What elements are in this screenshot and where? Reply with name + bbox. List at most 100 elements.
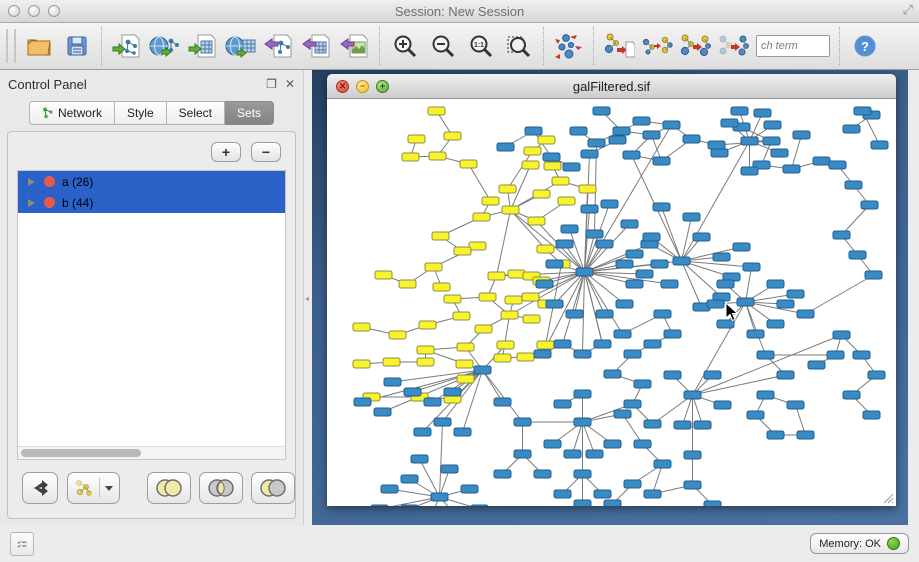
toolbar-separator: [839, 27, 841, 65]
export-network-button[interactable]: [260, 27, 298, 65]
chevron-down-icon[interactable]: [105, 486, 113, 491]
network-frame: ✕ − + galFiltered.sif: [327, 74, 896, 506]
panel-splitter[interactable]: ◂: [304, 70, 312, 525]
zoom-selected-button[interactable]: [500, 27, 538, 65]
memory-label: Memory: OK: [819, 538, 881, 550]
status-bar: Memory: OK: [0, 525, 919, 562]
network-graph[interactable]: [327, 99, 896, 506]
add-set-button[interactable]: +: [211, 142, 241, 162]
import-network-url-icon: [149, 33, 181, 59]
toolbar-separator: [593, 27, 595, 65]
open-file-button[interactable]: [20, 27, 58, 65]
extract-set-button[interactable]: [67, 472, 120, 504]
expander-icon[interactable]: [28, 199, 35, 207]
import-network-url-button[interactable]: [146, 27, 184, 65]
task-checklist-icon: [17, 537, 27, 551]
resize-grip-icon[interactable]: [880, 490, 894, 504]
main-area: Control Panel ❐ ✕ Network Style Se: [0, 70, 919, 525]
split-arrows-icon: [29, 478, 51, 498]
venn-buttons: [147, 472, 295, 504]
network-canvas[interactable]: [327, 99, 896, 506]
network-frame-titlebar[interactable]: ✕ − + galFiltered.sif: [327, 74, 896, 99]
remove-set-button[interactable]: −: [251, 142, 281, 162]
float-panel-icon[interactable]: ❐: [266, 78, 277, 90]
network-desktop: ✕ − + galFiltered.sif: [312, 70, 908, 525]
tab-label: Select: [179, 106, 212, 120]
window-title: Session: New Session: [0, 4, 919, 19]
zoom-in-icon: [392, 33, 418, 59]
horizontal-scrollbar[interactable]: [18, 446, 285, 459]
toolbar-separator: [101, 27, 103, 65]
memory-ok-icon: [887, 537, 900, 550]
expander-icon[interactable]: [28, 178, 35, 186]
network-frame-title: galFiltered.sif: [327, 79, 896, 94]
zoom-fit-icon: 1:1: [468, 33, 494, 59]
close-panel-icon[interactable]: ✕: [285, 78, 295, 90]
first-neighbors-icon: [679, 32, 711, 60]
help-icon: ?: [853, 34, 877, 58]
network-from-selection-icon: [603, 32, 635, 60]
tab-network[interactable]: Network: [29, 101, 115, 125]
import-network-file-icon: [112, 33, 142, 59]
split-set-button[interactable]: [22, 472, 58, 504]
import-table-file-button[interactable]: [184, 27, 222, 65]
export-table-button[interactable]: [298, 27, 336, 65]
open-file-icon: [25, 34, 53, 58]
fullscreen-icon[interactable]: ⤢: [903, 3, 913, 16]
task-history-button[interactable]: [10, 532, 34, 556]
network-tab-icon: [42, 107, 54, 119]
toolbar-separator: [543, 27, 545, 65]
set-row-a[interactable]: a (26): [18, 171, 285, 192]
memory-status-badge[interactable]: Memory: OK: [810, 533, 909, 554]
control-panel-header: Control Panel ❐ ✕: [0, 70, 303, 98]
set-color-icon: [44, 197, 55, 208]
set-label: b (44): [62, 196, 93, 210]
help-button[interactable]: ?: [846, 27, 884, 65]
window-titlebar: Session: New Session ⤢: [0, 0, 919, 23]
network-stars-icon: [641, 32, 673, 60]
union-sets-button[interactable]: [147, 472, 191, 504]
combo-divider: [99, 478, 100, 498]
hide-selected-icon: [717, 32, 749, 60]
scrollbar-thumb[interactable]: [21, 449, 141, 457]
search-input[interactable]: [756, 35, 830, 57]
hide-selected-button[interactable]: [714, 27, 752, 65]
network-stars-button[interactable]: [638, 27, 676, 65]
apply-layout-icon: [554, 32, 584, 60]
first-neighbors-button[interactable]: [676, 27, 714, 65]
splitter-collapse-icon[interactable]: ◂: [305, 294, 309, 303]
export-image-icon: [340, 33, 370, 59]
toolbar-drag-handle[interactable]: [6, 29, 16, 63]
zoom-out-button[interactable]: [424, 27, 462, 65]
app-window: Session: New Session ⤢: [0, 0, 919, 562]
set-label: a (26): [62, 175, 93, 189]
svg-text:?: ?: [861, 39, 869, 54]
difference-sets-button[interactable]: [251, 472, 295, 504]
tab-select[interactable]: Select: [167, 101, 225, 125]
save-session-button[interactable]: [58, 27, 96, 65]
tab-style[interactable]: Style: [115, 101, 167, 125]
venn-intersection-icon: [206, 478, 236, 498]
sets-list[interactable]: a (26) b (44): [17, 170, 286, 460]
import-table-url-button[interactable]: [222, 27, 260, 65]
main-toolbar: 1:1: [0, 23, 919, 70]
zoom-in-button[interactable]: [386, 27, 424, 65]
tab-label: Style: [127, 106, 154, 120]
set-color-icon: [44, 176, 55, 187]
zoom-fit-button[interactable]: 1:1: [462, 27, 500, 65]
set-row-b[interactable]: b (44): [18, 192, 285, 213]
apply-layout-button[interactable]: [550, 27, 588, 65]
control-panel: Control Panel ❐ ✕ Network Style Se: [0, 70, 304, 525]
sets-actions: [8, 460, 295, 518]
export-image-button[interactable]: [336, 27, 374, 65]
tab-label: Sets: [237, 106, 261, 120]
zoom-out-icon: [430, 33, 456, 59]
network-from-selection-button[interactable]: [600, 27, 638, 65]
import-network-file-button[interactable]: [108, 27, 146, 65]
tab-label: Network: [58, 106, 102, 120]
import-table-file-icon: [188, 33, 218, 59]
control-panel-title: Control Panel: [8, 77, 258, 92]
tab-sets[interactable]: Sets: [225, 101, 274, 125]
sets-panel: + − a (26) b (44): [7, 131, 296, 519]
intersect-sets-button[interactable]: [199, 472, 243, 504]
